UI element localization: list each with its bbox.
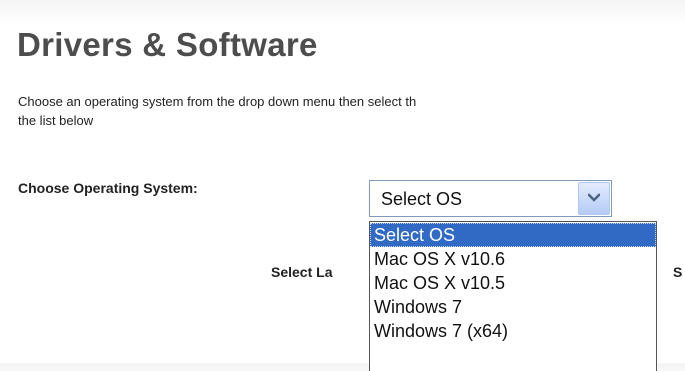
page-title: Drivers & Software (17, 26, 318, 63)
os-option-mac-10-6[interactable]: Mac OS X v10.6 (370, 247, 656, 271)
os-dropdown-list[interactable]: Select OS Mac OS X v10.6 Mac OS X v10.5 … (369, 221, 657, 371)
language-select-label: Select La (271, 264, 333, 280)
os-select-dropdown-button[interactable] (578, 182, 610, 215)
os-option-windows-7-x64[interactable]: Windows 7 (x64) (370, 319, 656, 343)
truncated-label: S (673, 264, 683, 280)
os-select[interactable]: Select OS (369, 180, 612, 217)
os-option-select-os[interactable]: Select OS (370, 223, 656, 247)
os-option-mac-10-5[interactable]: Mac OS X v10.5 (370, 271, 656, 295)
instructions-text: Choose an operating system from the drop… (18, 94, 417, 128)
os-select-label: Choose Operating System: (18, 180, 198, 196)
os-select-value: Select OS (381, 189, 463, 209)
os-option-windows-7[interactable]: Windows 7 (370, 295, 656, 319)
chevron-down-icon (588, 193, 600, 202)
